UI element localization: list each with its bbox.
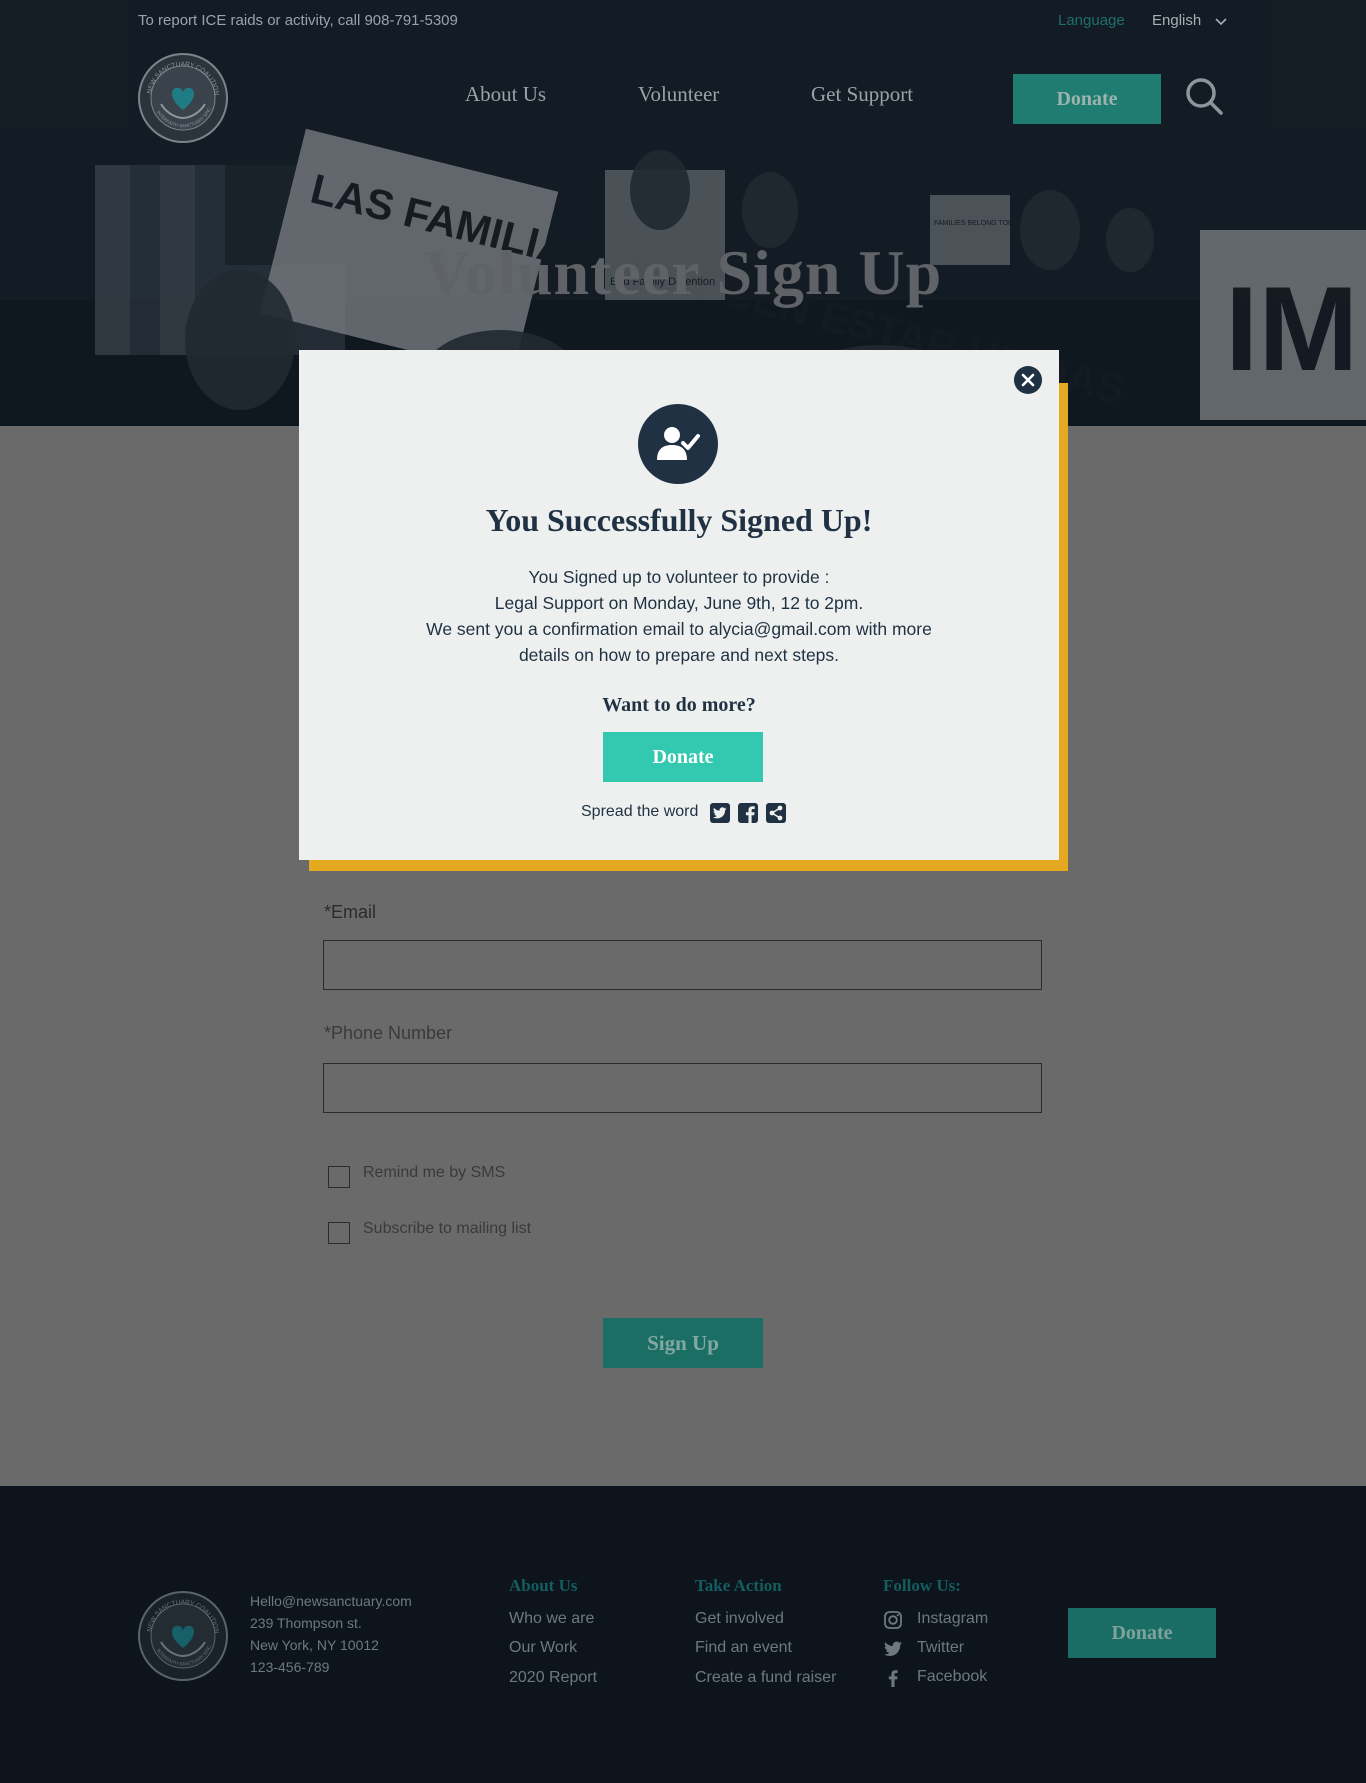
contact-info: Hello@newsanctuary.com 239 Thompson st. …: [250, 1590, 412, 1678]
contact-city: New York, NY 10012: [250, 1637, 379, 1653]
footer-link-get-involved[interactable]: Get involved: [695, 1610, 784, 1628]
modal-body-line-1: You Signed up to volunteer to provide :: [528, 567, 830, 587]
footer-heading-take-action: Take Action: [695, 1576, 782, 1595]
ice-report-hotline: To report ICE raids or activity, call 90…: [138, 12, 458, 29]
modal-donate-button[interactable]: Donate: [603, 732, 763, 782]
chevron-down-icon[interactable]: [1214, 14, 1228, 28]
footer-link-facebook[interactable]: Facebook: [917, 1668, 987, 1686]
coalition-logo[interactable]: NEW SANCTUARY COALITION INTERFAITH SANCT…: [137, 52, 229, 144]
contact-phone: 123-456-789: [250, 1659, 330, 1675]
nav-volunteer[interactable]: Volunteer: [638, 82, 719, 107]
user-check-icon: [657, 427, 700, 460]
footer-logo[interactable]: NEW SANCTUARY COALITION INTERFAITH SANCT…: [137, 1590, 229, 1682]
email-field[interactable]: [323, 940, 1042, 990]
nav-about-us[interactable]: About Us: [465, 82, 546, 107]
language-select[interactable]: English: [1152, 12, 1201, 29]
mailing-list-label: Subscribe to mailing list: [363, 1220, 532, 1237]
contact-street: 239 Thompson st.: [250, 1615, 362, 1631]
language-label: Language: [1058, 12, 1125, 29]
sign-up-button[interactable]: Sign Up: [603, 1318, 763, 1368]
footer-link-fund-raiser[interactable]: Create a fund raiser: [695, 1669, 836, 1687]
sms-reminder-checkbox[interactable]: [328, 1166, 350, 1188]
nav-get-support[interactable]: Get Support: [811, 82, 913, 107]
sms-reminder-label: Remind me by SMS: [363, 1164, 506, 1181]
page-title: Volunteer Sign Up: [423, 237, 943, 308]
phone-label: *Phone Number: [324, 1023, 453, 1043]
footer-link-instagram[interactable]: Instagram: [917, 1610, 988, 1628]
email-label: *Email: [324, 902, 377, 922]
search-icon[interactable]: [1184, 76, 1224, 116]
site-footer: NEW SANCTUARY COALITION INTERFAITH SANCT…: [0, 1486, 1366, 1783]
share-icon[interactable]: [766, 803, 786, 823]
footer-heading-follow: Follow Us:: [883, 1576, 961, 1595]
instagram-icon[interactable]: [883, 1610, 903, 1630]
facebook-icon[interactable]: [883, 1668, 903, 1688]
close-button[interactable]: [1014, 366, 1042, 394]
facebook-icon[interactable]: [738, 803, 758, 823]
footer-heading-about: About Us: [509, 1576, 578, 1595]
modal-body-line-2: Legal Support on Monday, June 9th, 12 to…: [494, 593, 864, 613]
modal-title: You Successfully Signed Up!: [485, 502, 873, 538]
modal-body-line-4: details on how to prepare and next steps…: [518, 645, 840, 665]
twitter-icon[interactable]: [710, 803, 730, 823]
footer-link-who-we-are[interactable]: Who we are: [509, 1610, 594, 1628]
mailing-list-checkbox[interactable]: [328, 1222, 350, 1244]
close-icon: [1021, 373, 1035, 387]
contact-email[interactable]: Hello@newsanctuary.com: [250, 1590, 412, 1612]
footer-link-find-event[interactable]: Find an event: [695, 1639, 792, 1657]
footer-link-2020-report[interactable]: 2020 Report: [509, 1669, 597, 1687]
phone-field[interactable]: [323, 1063, 1042, 1113]
twitter-icon[interactable]: [883, 1639, 903, 1659]
modal-more-heading: Want to do more?: [602, 694, 756, 716]
top-utility-bar: To report ICE raids or activity, call 90…: [0, 0, 1366, 44]
footer-donate-button[interactable]: Donate: [1068, 1608, 1216, 1658]
spread-the-word-label: Spread the word: [581, 803, 699, 820]
footer-link-twitter[interactable]: Twitter: [917, 1639, 964, 1657]
footer-link-our-work[interactable]: Our Work: [509, 1639, 577, 1657]
header-donate-button[interactable]: Donate: [1013, 74, 1161, 124]
success-avatar: [638, 404, 718, 484]
modal-body-line-3: We sent you a confirmation email to alyc…: [426, 619, 932, 639]
